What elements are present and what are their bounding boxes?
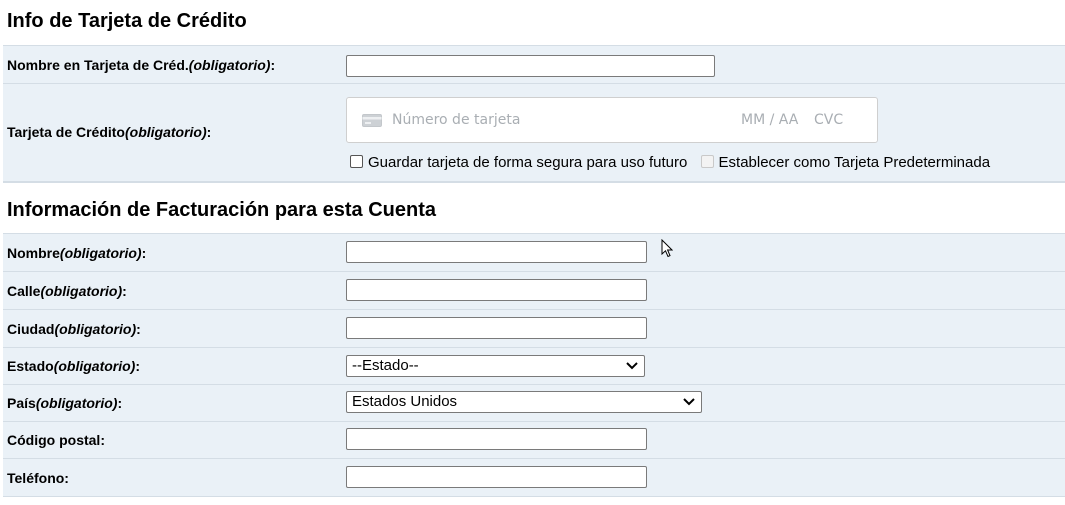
chevron-down-icon [683,392,695,412]
billing-name-row: Nombre(obligatorio): [3,234,1065,272]
card-expiry-field[interactable]: MM / AA [741,112,798,128]
billing-country-row: País(obligatorio): Estados Unidos [3,385,1065,422]
save-card-checkbox[interactable] [350,155,363,168]
country-select[interactable]: Estados Unidos [346,391,702,413]
credit-card-section-title: Info de Tarjeta de Crédito [7,10,247,32]
billing-street-input[interactable] [346,279,647,301]
default-card-label: Establecer como Tarjeta Predeterminada [718,154,991,171]
billing-phone-label: Teléfono: [7,470,69,486]
billing-city-row: Ciudad(obligatorio): [3,310,1065,348]
state-select-value: --Estado-- [352,357,419,374]
country-select-value: Estados Unidos [352,393,458,410]
billing-postal-row: Código postal: [3,422,1065,459]
card-name-row: Nombre en Tarjeta de Créd.(obligatorio): [3,46,1065,84]
billing-phone-input[interactable] [346,466,647,488]
card-options: Guardar tarjeta de forma segura para uso… [350,154,990,171]
default-card-checkbox[interactable] [700,155,714,168]
billing-name-label: Nombre(obligatorio): [7,245,147,261]
billing-street-row: Calle(obligatorio): [3,272,1065,310]
billing-name-input[interactable] [346,241,647,263]
billing-city-label: Ciudad(obligatorio): [7,321,141,337]
billing-city-input[interactable] [346,317,647,339]
card-name-input[interactable] [346,55,715,77]
card-number-row: Tarjeta de Crédito(obligatorio): Número … [3,84,1065,181]
credit-card-icon [362,114,382,127]
billing-section-header: Información de Facturación para esta Cue… [3,181,1065,234]
credit-card-section-header: Info de Tarjeta de Crédito [3,0,1065,46]
billing-section-title: Información de Facturación para esta Cue… [7,199,436,221]
billing-state-row: Estado(obligatorio): --Estado-- [3,348,1065,385]
billing-postal-input[interactable] [346,428,647,450]
save-card-label: Guardar tarjeta de forma segura para uso… [368,154,688,171]
billing-street-label: Calle(obligatorio): [7,283,127,299]
card-name-label: Nombre en Tarjeta de Créd.(obligatorio): [7,57,276,73]
card-label: Tarjeta de Crédito(obligatorio): [7,124,212,140]
billing-country-label: País(obligatorio): [7,395,123,411]
billing-phone-row: Teléfono: [3,459,1065,497]
state-select[interactable]: --Estado-- [346,355,645,377]
card-cvc-field[interactable]: CVC [814,112,843,128]
billing-postal-label: Código postal: [7,432,105,448]
chevron-down-icon [626,356,638,376]
card-number-field[interactable]: Número de tarjeta [392,112,520,128]
billing-state-label: Estado(obligatorio): [7,358,141,374]
mouse-cursor-icon [661,238,674,263]
card-input-box[interactable]: Número de tarjeta MM / AA CVC [346,97,878,143]
